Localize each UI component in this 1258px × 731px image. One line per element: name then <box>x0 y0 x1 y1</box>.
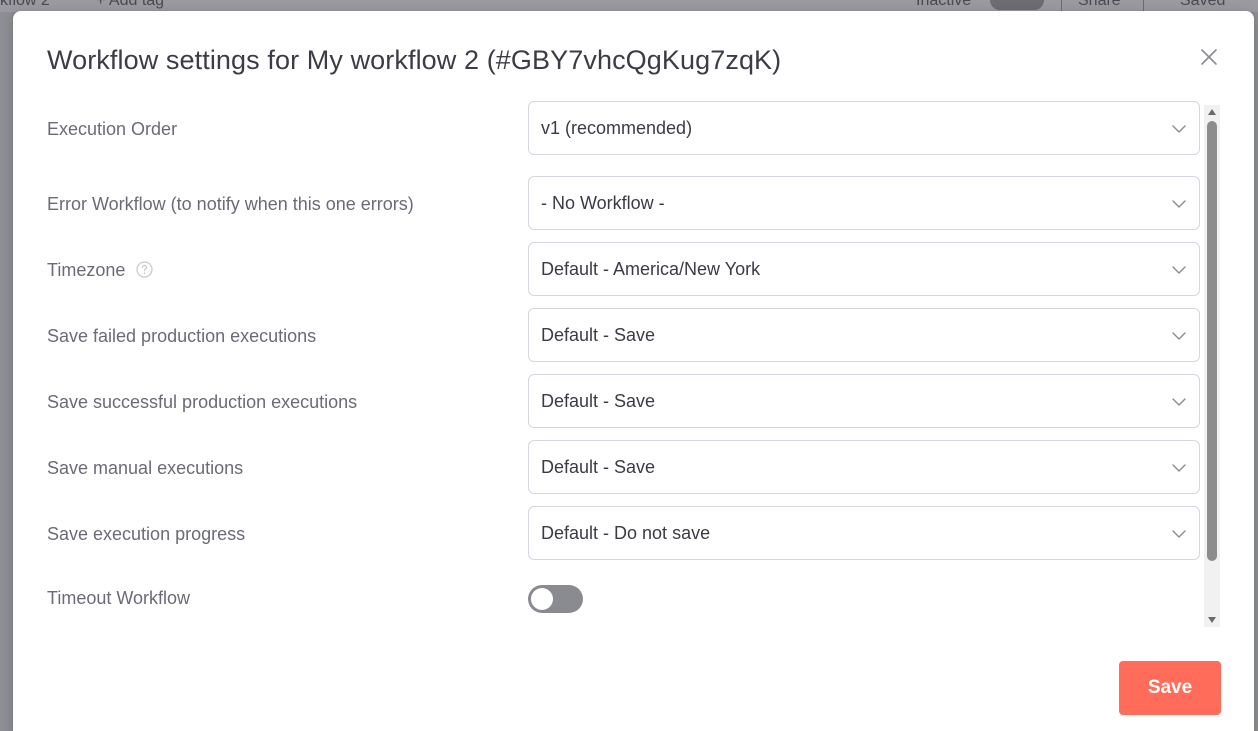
error-workflow-select[interactable]: - No Workflow - <box>528 176 1200 230</box>
question-circle-icon[interactable] <box>136 261 153 278</box>
setting-row-save-progress: Save execution progress Default - Do not… <box>47 506 1203 562</box>
execution-order-value: v1 (recommended) <box>541 118 693 138</box>
setting-row-save-failed: Save failed production executions Defaul… <box>47 308 1203 364</box>
timeout-label: Timeout Workflow <box>47 588 191 608</box>
execution-order-label: Execution Order <box>47 119 178 139</box>
background-canvas <box>1254 12 1258 731</box>
save-failed-value: Default - Save <box>541 325 656 345</box>
save-failed-select[interactable]: Default - Save <box>528 308 1200 362</box>
setting-row-execution-order: Execution Order v1 (recommended) <box>47 101 1203 157</box>
save-successful-select[interactable]: Default - Save <box>528 374 1200 428</box>
scroll-down-arrow-icon[interactable] <box>1208 617 1216 623</box>
setting-row-timeout: Timeout Workflow <box>47 570 1203 626</box>
chevron-down-icon <box>1172 464 1186 472</box>
background-workflow-name: kflow 2 <box>0 0 50 9</box>
timezone-label: Timezone <box>47 260 126 280</box>
close-icon <box>1201 49 1217 65</box>
save-manual-label: Save manual executions <box>47 458 244 478</box>
settings-scroll-area[interactable]: Execution Order v1 (recommended) Error W… <box>47 99 1203 629</box>
timezone-select[interactable]: Default - America/New York <box>528 242 1200 296</box>
timezone-value: Default - America/New York <box>541 259 761 279</box>
error-workflow-value: - No Workflow - <box>541 193 665 213</box>
save-progress-select[interactable]: Default - Do not save <box>528 506 1200 560</box>
timezone-label-wrap: Timezone <box>47 242 153 298</box>
modal-title: Workflow settings for My workflow 2 (#GB… <box>47 45 782 75</box>
save-failed-label: Save failed production executions <box>47 326 317 346</box>
toggle-knob <box>531 588 553 610</box>
setting-row-timezone: Timezone Default - America/New York <box>47 242 1203 298</box>
chevron-down-icon <box>1172 266 1186 274</box>
background-inactive-label: Inactive <box>916 0 972 9</box>
chevron-down-icon <box>1172 332 1186 340</box>
setting-row-save-manual: Save manual executions Default - Save <box>47 440 1203 496</box>
save-manual-select[interactable]: Default - Save <box>528 440 1200 494</box>
save-progress-label: Save execution progress <box>47 524 246 544</box>
timeout-toggle[interactable] <box>528 585 583 613</box>
save-progress-value: Default - Do not save <box>541 523 711 543</box>
setting-row-save-successful: Save successful production executions De… <box>47 374 1203 430</box>
error-workflow-label: Error Workflow (to notify when this one … <box>47 194 414 214</box>
chevron-down-icon <box>1172 398 1186 406</box>
execution-order-select[interactable]: v1 (recommended) <box>528 101 1200 155</box>
scrollbar-thumb[interactable] <box>1207 121 1217 561</box>
chevron-down-icon <box>1172 530 1186 538</box>
background-add-tag: + Add tag <box>96 0 165 9</box>
close-button[interactable] <box>1197 45 1221 69</box>
chevron-down-icon <box>1172 125 1186 133</box>
background-share-button: Share <box>1078 0 1121 9</box>
background-active-toggle <box>990 0 1044 10</box>
background-canvas <box>0 12 12 731</box>
background-saved-label: Saved <box>1180 0 1226 9</box>
scroll-up-arrow-icon[interactable] <box>1208 109 1216 115</box>
settings-scrollbar[interactable] <box>1204 105 1220 627</box>
save-manual-value: Default - Save <box>541 457 656 477</box>
setting-row-error-workflow: Error Workflow (to notify when this one … <box>47 176 1203 232</box>
workflow-settings-modal: Workflow settings for My workflow 2 (#GB… <box>13 11 1254 731</box>
save-successful-label: Save successful production executions <box>47 392 358 412</box>
save-successful-value: Default - Save <box>541 391 656 411</box>
save-button[interactable]: Save <box>1119 661 1221 715</box>
chevron-down-icon <box>1172 200 1186 208</box>
